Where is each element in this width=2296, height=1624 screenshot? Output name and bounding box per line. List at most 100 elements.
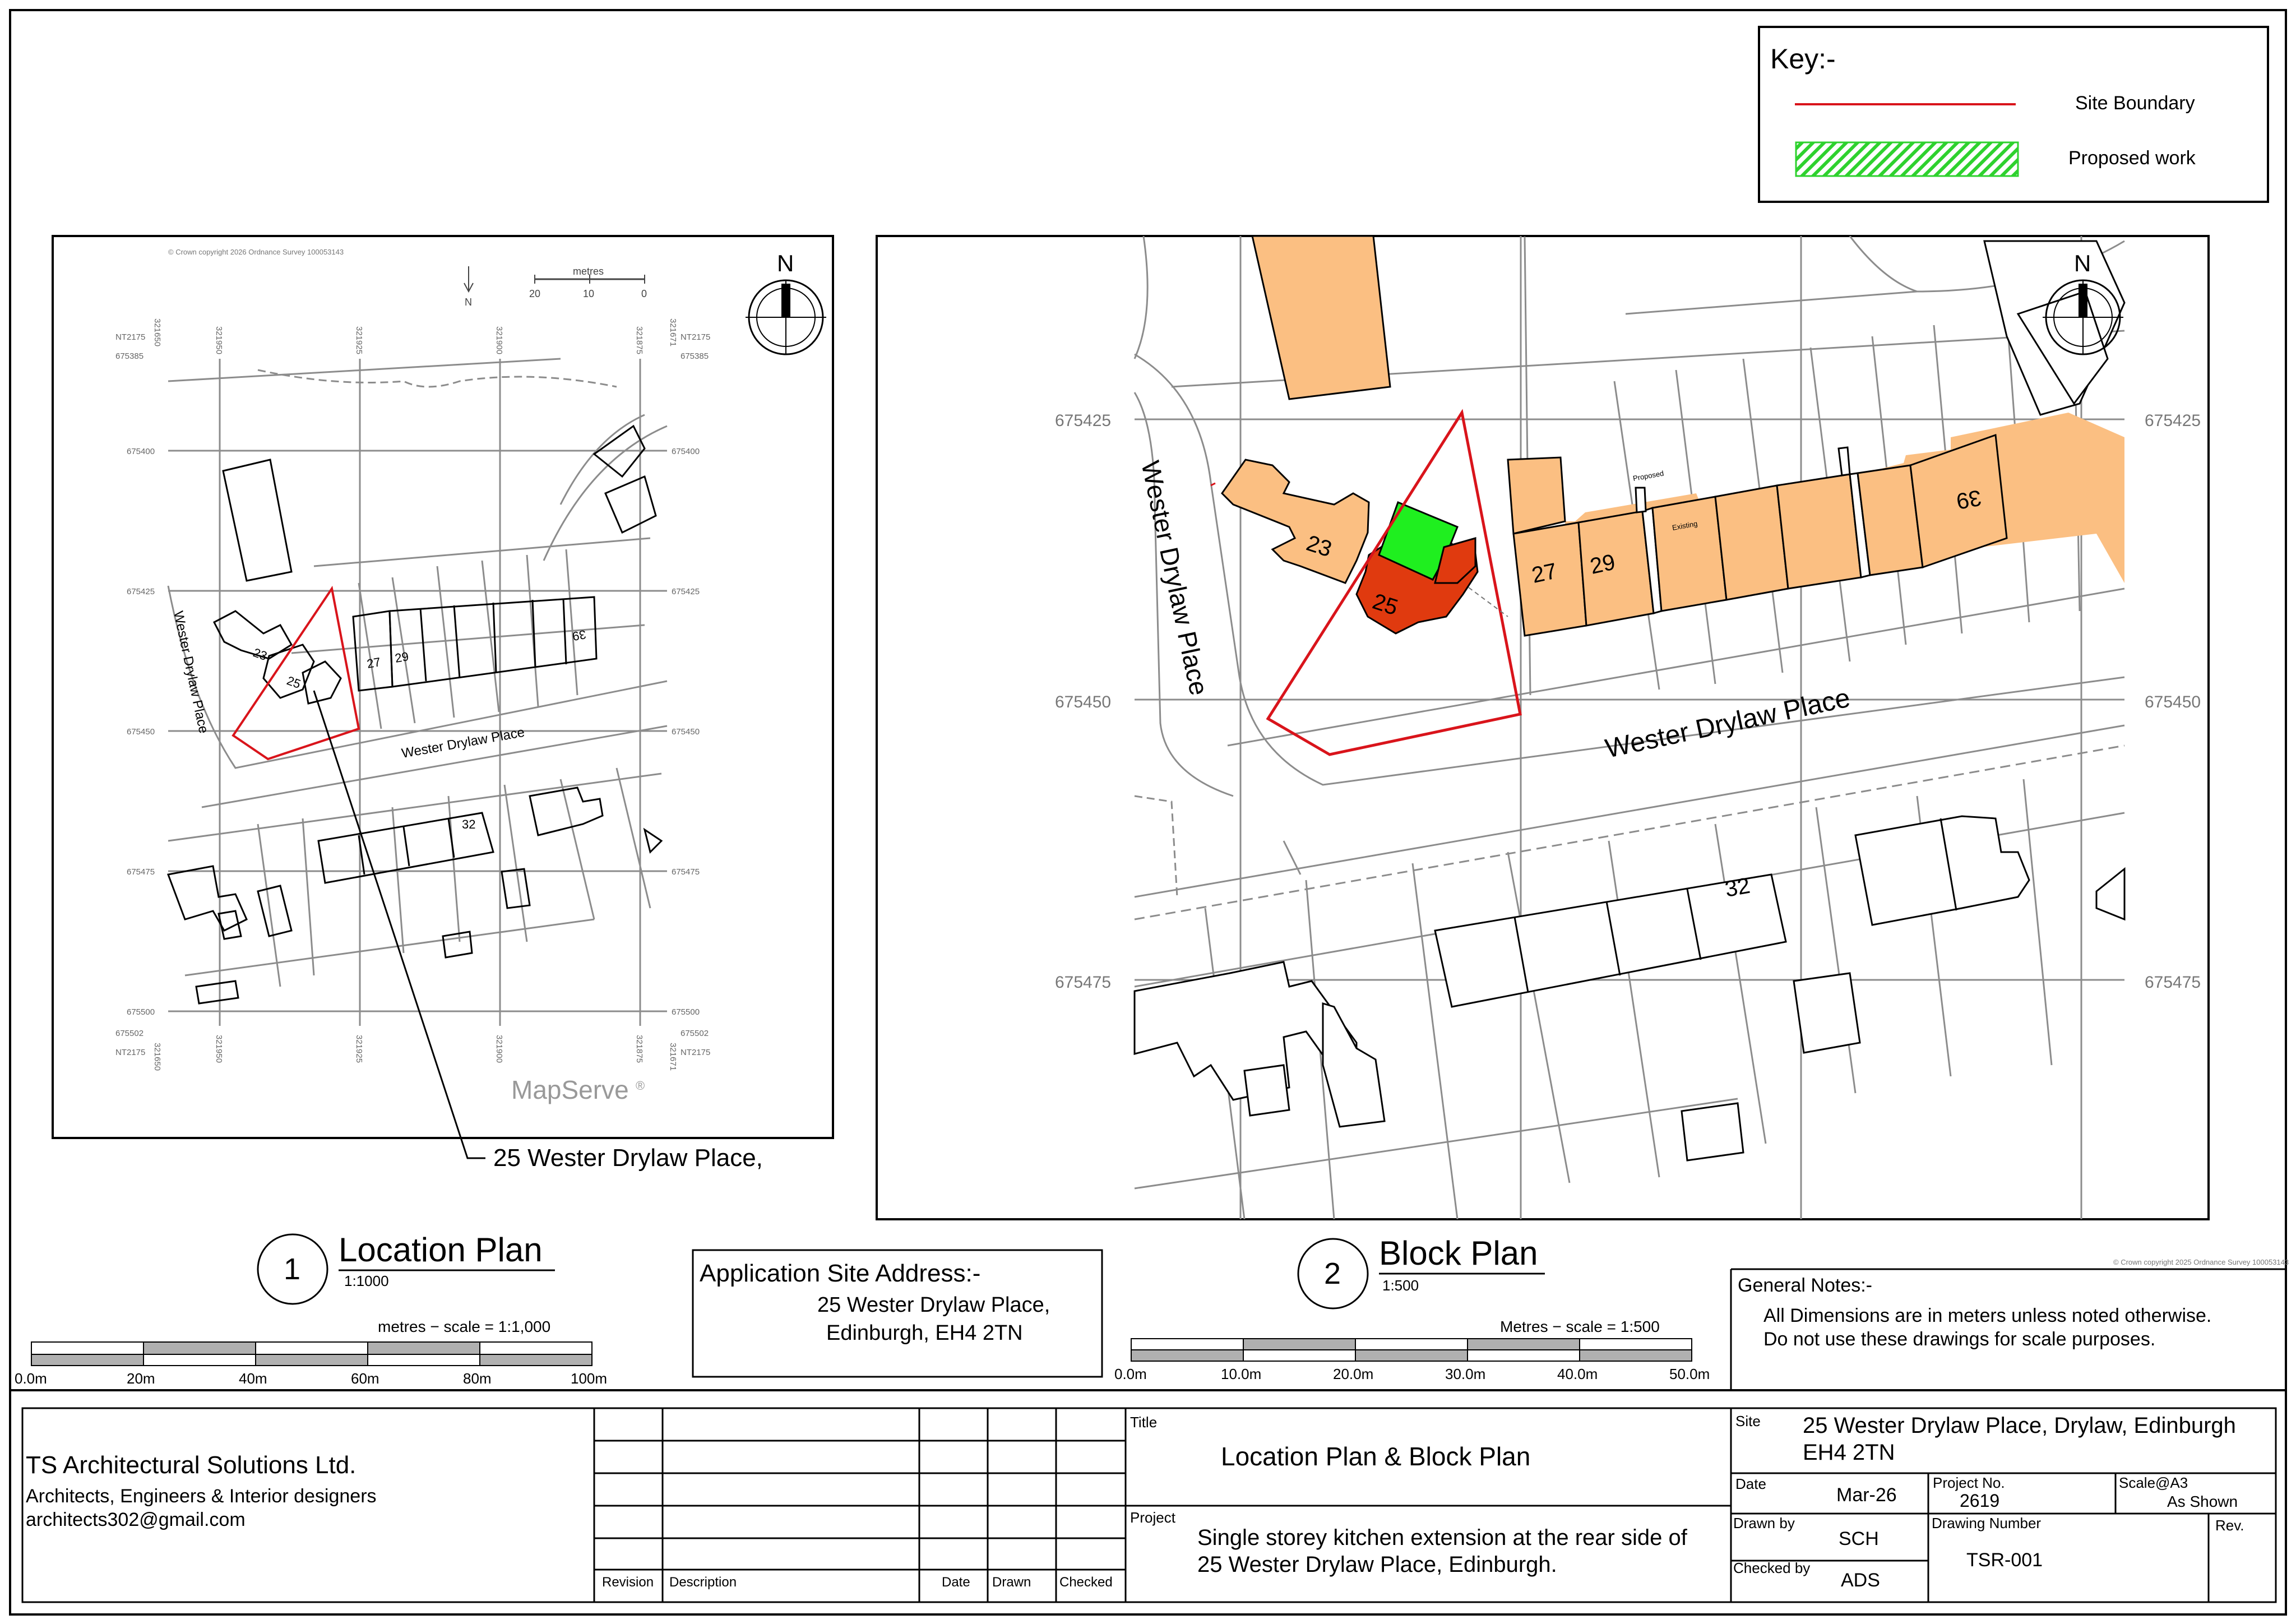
company-tagline: Architects, Engineers & Interior designe… [26, 1486, 377, 1507]
svg-text:1: 1 [284, 1252, 300, 1286]
legend: Key:- Site Boundary Proposed work [1758, 26, 2269, 203]
drawing-date: Mar-26 [1836, 1484, 1897, 1506]
location-north-label: N [777, 250, 794, 276]
svg-text:20: 20 [529, 288, 540, 299]
svg-text:32: 32 [462, 817, 475, 831]
svg-text:Do not use these drawings for: Do not use these drawings for scale purp… [1763, 1329, 2155, 1350]
svg-text:1:500: 1:500 [1382, 1277, 1419, 1294]
svg-text:Site: Site [1735, 1413, 1761, 1429]
svg-text:675502: 675502 [681, 1029, 709, 1038]
svg-text:321950: 321950 [214, 1035, 224, 1063]
svg-text:27: 27 [1530, 559, 1559, 588]
application-site-address: Application Site Address:- 25 Wester Dry… [692, 1249, 1103, 1378]
svg-text:675425: 675425 [2145, 411, 2201, 430]
block-copyright: © Crown copyright 2025 Ordnance Survey 1… [2113, 1258, 2289, 1266]
svg-text:675450: 675450 [2145, 693, 2201, 711]
svg-text:675475: 675475 [2145, 973, 2201, 992]
drawing-sheet: Key:- Site Boundary Proposed work © Crow… [9, 9, 2289, 1616]
legend-proposed-work-swatch [1795, 141, 2019, 177]
location-plan-title: 1 Location Plan 1:1000 [257, 1231, 555, 1305]
site-address-line2: EH4 2TN [1803, 1440, 1895, 1465]
svg-text:10: 10 [583, 288, 594, 299]
title-block-text: TS Architectural Solutions Ltd. Architec… [26, 1413, 2244, 1591]
svg-text:675500: 675500 [672, 1007, 700, 1017]
svg-text:675475: 675475 [672, 867, 700, 877]
svg-text:Date: Date [942, 1575, 970, 1590]
svg-text:50.0m: 50.0m [1669, 1366, 1710, 1382]
location-copyright: © Crown copyright 2026 Ordnance Survey 1… [168, 248, 344, 256]
location-scalebar [31, 1341, 592, 1366]
svg-text:675475: 675475 [1055, 973, 1111, 992]
svg-text:675400: 675400 [672, 447, 700, 456]
location-scalebar-caption: metres − scale = 1:1,000 [378, 1318, 550, 1335]
svg-text:0.0m: 0.0m [15, 1370, 47, 1387]
svg-text:39: 39 [1955, 485, 1983, 513]
svg-text:321650: 321650 [152, 318, 162, 346]
svg-text:100m: 100m [571, 1370, 607, 1387]
svg-text:20.0m: 20.0m [1333, 1366, 1373, 1382]
svg-text:30.0m: 30.0m [1445, 1366, 1485, 1382]
svg-text:1:1000: 1:1000 [344, 1273, 389, 1289]
svg-text:10.0m: 10.0m [1221, 1366, 1261, 1382]
svg-text:Drawn by: Drawn by [1733, 1515, 1795, 1532]
svg-text:Scale@A3: Scale@A3 [2119, 1474, 2188, 1491]
svg-text:29: 29 [1588, 550, 1618, 579]
svg-text:Date: Date [1735, 1475, 1766, 1492]
svg-text:321671: 321671 [668, 318, 678, 346]
checked-by: ADS [1841, 1570, 1880, 1591]
block-plan-map: N 675425 675450 675475 675425 675450 675… [876, 235, 2210, 1220]
svg-text:675425: 675425 [672, 587, 700, 596]
drawing-number: TSR-001 [1966, 1549, 2043, 1571]
svg-text:675450: 675450 [1055, 693, 1111, 711]
svg-text:40m: 40m [239, 1370, 267, 1387]
svg-text:Description: Description [669, 1575, 737, 1590]
svg-text:Location Plan: Location Plan [339, 1231, 543, 1269]
svg-text:675500: 675500 [127, 1007, 155, 1017]
svg-text:General Notes:-: General Notes:- [1738, 1275, 1872, 1296]
svg-text:321925: 321925 [354, 1035, 364, 1063]
svg-text:Project: Project [1130, 1509, 1176, 1526]
svg-text:Rev.: Rev. [2215, 1517, 2244, 1534]
svg-text:675400: 675400 [127, 447, 155, 456]
drawn-by: SCH [1839, 1528, 1879, 1549]
svg-text:675475: 675475 [127, 867, 155, 877]
sheet-scale: As Shown [2167, 1493, 2238, 1510]
svg-text:Edinburgh, EH4 2TN: Edinburgh, EH4 2TN [826, 1321, 1023, 1345]
block-scalebar [1131, 1338, 1692, 1362]
svg-text:675502: 675502 [115, 1029, 144, 1038]
block-scalebar-caption: Metres − scale = 1:500 [1500, 1318, 1660, 1335]
location-mini-north-label: N [465, 297, 472, 308]
svg-text:2: 2 [1324, 1257, 1341, 1290]
svg-text:675450: 675450 [672, 727, 700, 737]
svg-text:32: 32 [1723, 873, 1752, 902]
svg-text:Project No.: Project No. [1933, 1474, 2005, 1491]
svg-text:®: ® [636, 1079, 645, 1093]
svg-text:675385: 675385 [115, 351, 144, 361]
project-description-line1: Single storey kitchen extension at the r… [1197, 1525, 1688, 1550]
svg-text:675425: 675425 [1055, 411, 1111, 430]
mapserve-brand: MapServe [511, 1075, 629, 1104]
svg-text:NT2175: NT2175 [681, 332, 710, 342]
block-plan-title: 2 Block Plan 1:500 [1297, 1234, 1545, 1310]
svg-text:60m: 60m [351, 1370, 379, 1387]
svg-text:675450: 675450 [127, 727, 155, 737]
legend-site-boundary-label: Site Boundary [2075, 92, 2195, 114]
company-email: architects302@gmail.com [26, 1509, 246, 1530]
svg-text:NT2175: NT2175 [115, 1048, 145, 1057]
svg-text:321671: 321671 [668, 1043, 678, 1071]
svg-text:0: 0 [641, 288, 647, 299]
svg-text:metres: metres [573, 266, 604, 277]
svg-text:321875: 321875 [635, 1035, 644, 1063]
svg-text:321900: 321900 [494, 326, 504, 354]
svg-text:Checked by: Checked by [1733, 1560, 1810, 1576]
block-north-label: N [2074, 250, 2091, 276]
svg-text:Checked: Checked [1059, 1575, 1113, 1590]
svg-text:321900: 321900 [494, 1035, 504, 1063]
svg-text:321875: 321875 [635, 326, 644, 354]
project-description-line2: 25 Wester Drylaw Place, Edinburgh. [1197, 1552, 1557, 1577]
svg-text:25 Wester Drylaw Place,: 25 Wester Drylaw Place, [817, 1293, 1050, 1317]
svg-text:321925: 321925 [354, 326, 364, 354]
legend-proposed-work-label: Proposed work [2068, 147, 2196, 169]
svg-text:675385: 675385 [681, 351, 709, 361]
svg-text:Title: Title [1130, 1414, 1157, 1431]
